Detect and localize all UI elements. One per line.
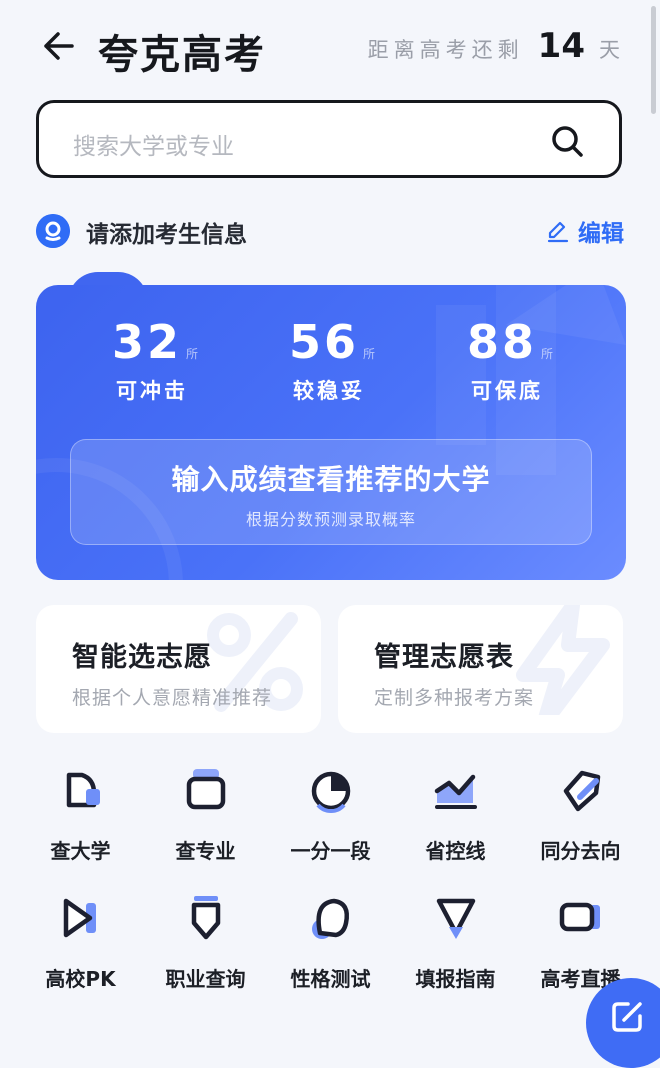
trend-line-icon bbox=[434, 774, 477, 809]
feature-title: 智能选志愿 bbox=[72, 642, 212, 673]
career-badge-icon bbox=[191, 896, 221, 940]
countdown-days: 14 bbox=[537, 26, 585, 66]
countdown-unit: 天 bbox=[599, 38, 620, 62]
tool-score-rank[interactable]: 一分一段 bbox=[268, 765, 393, 875]
tool-career[interactable]: 职业查询 bbox=[143, 893, 268, 1003]
tool-university[interactable]: 查大学 bbox=[18, 765, 143, 875]
enter-score-button[interactable]: 输入成绩查看推荐的大学 根据分数预测录取概率 bbox=[70, 439, 592, 545]
tool-label: 职业查询 bbox=[165, 967, 246, 991]
stat-label: 可保底 bbox=[471, 379, 543, 403]
stat-value: 88 bbox=[467, 315, 538, 369]
smart-choice-card[interactable]: 智能选志愿 根据个人意愿精准推荐 bbox=[36, 605, 321, 733]
tool-label: 查大学 bbox=[50, 839, 111, 863]
personality-icon bbox=[312, 898, 349, 939]
stat-label: 较稳妥 bbox=[293, 379, 365, 403]
tool-same-score[interactable]: 同分去向 bbox=[518, 765, 643, 875]
tool-label: 高校PK bbox=[45, 967, 116, 991]
pencil-icon bbox=[547, 221, 569, 243]
scrollbar[interactable] bbox=[651, 6, 656, 114]
tool-college-pk[interactable]: 高校PK bbox=[18, 893, 143, 1003]
stat-value: 32 bbox=[112, 315, 183, 369]
page-title: 夸克高考 bbox=[98, 32, 266, 78]
back-arrow-icon[interactable] bbox=[36, 26, 76, 66]
stat-unit: 所 bbox=[363, 347, 376, 361]
tool-label: 省控线 bbox=[425, 839, 486, 863]
stat-label: 可冲击 bbox=[116, 379, 188, 403]
tool-label: 填报指南 bbox=[415, 967, 496, 991]
edit-button[interactable]: 编辑 bbox=[546, 214, 624, 248]
feature-subtitle: 定制多种报考方案 bbox=[374, 687, 535, 709]
tag-icon bbox=[563, 770, 601, 812]
student-info-row[interactable]: 请添加考生信息 编辑 bbox=[36, 214, 626, 250]
search-icon[interactable] bbox=[549, 123, 585, 159]
stat-value: 56 bbox=[289, 315, 360, 369]
tool-major[interactable]: 查专业 bbox=[143, 765, 268, 875]
enter-score-subtitle: 根据分数预测录取概率 bbox=[245, 510, 416, 529]
exam-countdown: 距离高考还剩 14 天 bbox=[368, 26, 620, 66]
stat-reach[interactable]: 32 所 可冲击 bbox=[112, 315, 242, 405]
share-edit-icon bbox=[612, 1002, 642, 1032]
tool-guide[interactable]: 填报指南 bbox=[393, 893, 518, 1003]
tool-label: 同分去向 bbox=[540, 839, 621, 863]
university-icon bbox=[66, 772, 100, 808]
stat-unit: 所 bbox=[186, 347, 199, 361]
top-bar: 夸克高考 距离高考还剩 14 天 bbox=[0, 0, 660, 95]
tool-control-line[interactable]: 省控线 bbox=[393, 765, 518, 875]
major-icon bbox=[186, 769, 226, 810]
feature-title: 管理志愿表 bbox=[374, 642, 514, 673]
tool-label: 性格测试 bbox=[290, 967, 371, 991]
guide-triangle-icon bbox=[436, 898, 476, 939]
recommend-card: 32 所 可冲击 56 所 较稳妥 88 所 可保底 输入成绩查看推荐的大学 根据分数… bbox=[36, 285, 626, 580]
enter-score-title: 输入成绩查看推荐的大学 bbox=[171, 463, 491, 496]
pie-icon bbox=[311, 771, 351, 813]
live-camera-icon bbox=[559, 902, 600, 932]
pk-icon bbox=[63, 898, 96, 938]
student-info-label[interactable]: 请添加考生信息 bbox=[86, 215, 247, 249]
manage-list-card[interactable]: 管理志愿表 定制多种报考方案 bbox=[338, 605, 623, 733]
stat-unit: 所 bbox=[541, 347, 554, 361]
edit-label: 编辑 bbox=[578, 221, 624, 247]
tool-label: 一分一段 bbox=[290, 839, 371, 863]
countdown-prefix: 距离高考还剩 bbox=[367, 38, 524, 62]
tool-label: 查专业 bbox=[175, 839, 236, 863]
tool-personality[interactable]: 性格测试 bbox=[268, 893, 393, 1003]
feature-subtitle: 根据个人意愿精准推荐 bbox=[72, 687, 273, 709]
search-placeholder: 搜索大学或专业 bbox=[73, 134, 234, 160]
stat-safe[interactable]: 88 所 可保底 bbox=[467, 315, 597, 405]
student-avatar-icon bbox=[36, 214, 70, 248]
stat-stable[interactable]: 56 所 较稳妥 bbox=[289, 315, 419, 405]
floating-feedback-button[interactable] bbox=[586, 978, 660, 1068]
search-input[interactable]: 搜索大学或专业 bbox=[36, 100, 622, 178]
